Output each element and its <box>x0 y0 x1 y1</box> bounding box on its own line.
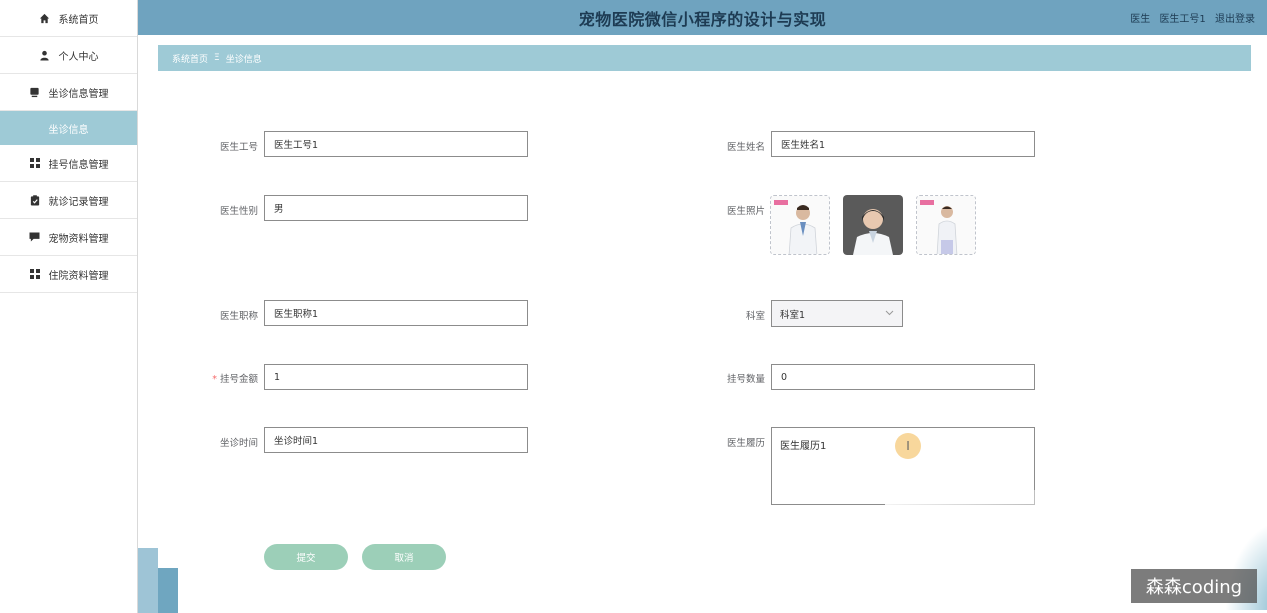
fee-input[interactable]: 1 <box>264 364 528 390</box>
sidebar-item-profile[interactable]: 个人中心 <box>0 37 137 74</box>
fee-label-text: 挂号金额 <box>219 374 258 385</box>
chevron-down-icon <box>885 308 894 319</box>
photo-thumbnail[interactable] <box>916 195 976 255</box>
photo-thumbnail[interactable] <box>770 195 830 255</box>
sidebar-item-label: 住院资料管理 <box>48 270 109 282</box>
gender-input[interactable]: 男 <box>264 195 528 221</box>
required-mark: * <box>212 374 217 385</box>
user-icon <box>39 49 51 61</box>
sidebar-item-label: 个人中心 <box>58 51 99 63</box>
doctor-name-input[interactable]: 医生姓名1 <box>771 131 1035 157</box>
sidebar-item-inpatient-records[interactable]: 住院资料管理 <box>0 256 137 293</box>
sidebar-item-registration-management[interactable]: 挂号信息管理 <box>0 145 137 182</box>
breadcrumb: 系统首页 Ξ 坐诊信息 <box>158 45 1251 71</box>
doctor-id-input[interactable]: 医生工号1 <box>264 131 528 157</box>
resume-label: 医生履历 <box>726 438 765 449</box>
home-icon <box>39 12 51 24</box>
message-icon <box>29 231 41 243</box>
department-value: 科室1 <box>780 309 806 321</box>
breadcrumb-current: 坐诊信息 <box>225 54 262 65</box>
cancel-button[interactable]: 取消 <box>362 544 446 570</box>
top-header: 宠物医院微信小程序的设计与实现 医生 医生工号1 退出登录 <box>138 0 1267 35</box>
desk-icon <box>29 86 41 98</box>
user-name: 医生工号1 <box>1159 14 1206 25</box>
text-cursor-icon: I <box>895 433 921 459</box>
fade-overlay <box>885 490 1045 613</box>
fee-label: * 挂号金额 <box>178 371 258 385</box>
sidebar-item-home[interactable]: 系统首页 <box>0 0 137 37</box>
user-info: 医生 医生工号1 退出登录 <box>1124 10 1255 25</box>
sidebar-item-schedule[interactable]: 坐诊信息 <box>0 111 137 145</box>
department-select[interactable]: 科室1 <box>771 300 903 327</box>
submit-button[interactable]: 提交 <box>264 544 348 570</box>
title-input[interactable]: 医生职称1 <box>264 300 528 326</box>
clipboard-icon <box>29 194 41 206</box>
watermark: 森森coding <box>1131 569 1257 603</box>
user-role: 医生 <box>1130 14 1151 25</box>
gender-label: 医生性别 <box>219 206 258 217</box>
sidebar-item-label: 系统首页 <box>58 14 99 26</box>
sidebar-item-label: 坐诊信息管理 <box>48 88 109 100</box>
breadcrumb-separator: Ξ <box>214 53 220 63</box>
title-label: 医生职称 <box>219 311 258 322</box>
doctor-id-label: 医生工号 <box>219 142 258 153</box>
sidebar-item-pet-records[interactable]: 宠物资料管理 <box>0 219 137 256</box>
grid-icon <box>29 157 41 169</box>
page-title: 宠物医院微信小程序的设计与实现 <box>578 9 827 29</box>
schedule-input[interactable]: 坐诊时间1 <box>264 427 528 453</box>
sidebar-item-schedule-management[interactable]: 坐诊信息管理 <box>0 74 137 111</box>
sidebar-item-label: 挂号信息管理 <box>48 159 109 171</box>
grid-icon <box>29 268 41 280</box>
schedule-label: 坐诊时间 <box>219 438 258 449</box>
sidebar-item-label: 坐诊信息 <box>48 124 89 136</box>
quota-input[interactable]: 0 <box>771 364 1035 390</box>
doctor-name-label: 医生姓名 <box>726 142 765 153</box>
quota-label: 挂号数量 <box>726 374 765 385</box>
decorative-bar <box>158 568 178 613</box>
sidebar-item-visit-records[interactable]: 就诊记录管理 <box>0 182 137 219</box>
sidebar-item-label: 宠物资料管理 <box>48 233 109 245</box>
decorative-bar <box>138 548 158 613</box>
sidebar: 系统首页 个人中心 坐诊信息管理 坐诊信息 挂号信息管理 就诊记录管理 宠物资料… <box>0 0 138 613</box>
department-label: 科室 <box>745 311 765 322</box>
logout-link[interactable]: 退出登录 <box>1215 14 1255 25</box>
breadcrumb-home[interactable]: 系统首页 <box>172 52 208 65</box>
photo-label: 医生照片 <box>726 206 765 217</box>
sidebar-item-label: 就诊记录管理 <box>48 196 109 208</box>
photo-thumbnail[interactable] <box>843 195 903 255</box>
